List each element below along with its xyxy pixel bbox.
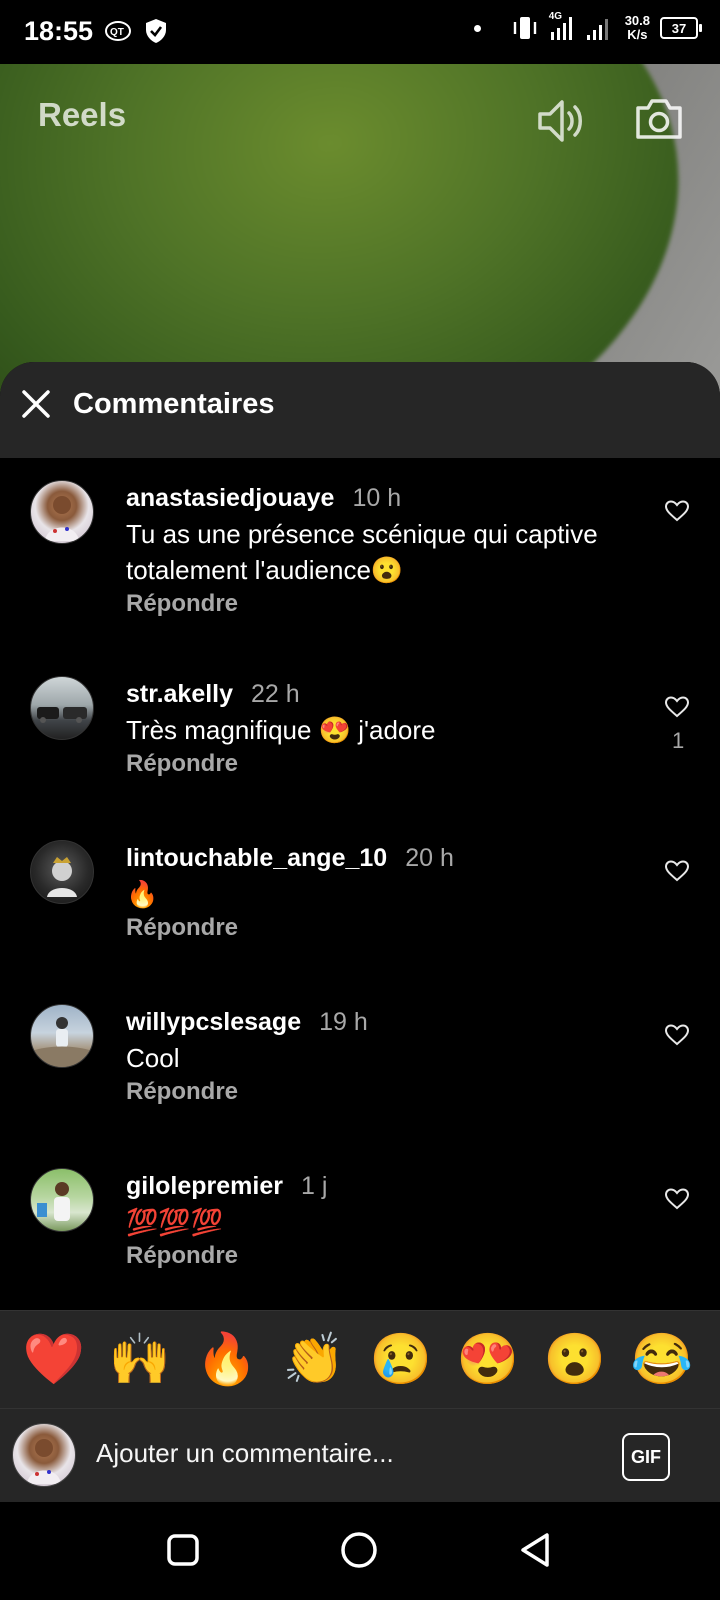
- emoji-reaction-bar: ❤️ 🙌 🔥 👏 😢 😍 😮 😂: [0, 1310, 720, 1409]
- comments-title: Commentaires: [73, 388, 275, 420]
- signal-4g-icon: 4G: [549, 11, 575, 42]
- comment-item: gilolepremier 1 j 💯💯💯 Répondre: [0, 1168, 720, 1302]
- comment-item: str.akelly 22 h Très magnifique 😍 j'adore…: [0, 676, 720, 810]
- volume-icon[interactable]: [536, 96, 588, 146]
- comment-input-bar: GIF: [0, 1408, 720, 1503]
- emoji-heart-eyes-button[interactable]: 😍: [456, 1331, 520, 1387]
- emoji-surprised-button[interactable]: 😮: [543, 1331, 607, 1387]
- comment-username[interactable]: lintouchable_ange_10: [126, 844, 387, 872]
- status-bar: 18:55 QT 4G 30.8 K/s 37: [0, 0, 720, 64]
- comment-item: lintouchable_ange_10 20 h 🔥 Répondre: [0, 840, 720, 974]
- comment-username[interactable]: anastasiedjouaye: [126, 484, 334, 512]
- reply-button[interactable]: Répondre: [126, 590, 238, 618]
- clock: 18:55: [24, 16, 94, 46]
- dot-icon: [473, 24, 481, 32]
- comment-text: Très magnifique 😍 j'adore: [126, 715, 436, 745]
- emoji-crying-button[interactable]: 😢: [369, 1331, 433, 1387]
- emoji-clap-button[interactable]: 👏: [282, 1331, 346, 1387]
- close-icon[interactable]: [18, 386, 54, 422]
- comments-header: Commentaires: [0, 362, 720, 458]
- shield-icon: [146, 19, 166, 43]
- reply-button[interactable]: Répondre: [126, 1078, 238, 1106]
- comment-time: 10 h: [352, 484, 402, 512]
- avatar[interactable]: [30, 676, 94, 740]
- navigation-bar: [0, 1502, 720, 1600]
- avatar: [12, 1423, 76, 1487]
- comment-username[interactable]: str.akelly: [126, 680, 233, 708]
- avatar[interactable]: [30, 1168, 94, 1232]
- heart-icon[interactable]: [664, 498, 690, 524]
- comment-username[interactable]: willypcslesage: [126, 1008, 301, 1036]
- home-icon[interactable]: [339, 1530, 379, 1570]
- emoji-heart-button[interactable]: ❤️: [22, 1331, 86, 1387]
- comment-time: 19 h: [319, 1008, 368, 1036]
- avatar[interactable]: [30, 480, 94, 544]
- signal-icon: [586, 19, 608, 40]
- comment-item: anastasiedjouaye 10 h Tu as une présence …: [0, 480, 720, 634]
- vpn-icon: QT: [105, 21, 131, 41]
- comment-text: Tu as une présence scénique qui captive …: [126, 519, 598, 585]
- comment-input[interactable]: [96, 1433, 576, 1473]
- battery-icon: 37: [660, 17, 702, 39]
- like-count: 1: [672, 728, 685, 753]
- heart-icon[interactable]: [664, 1186, 690, 1212]
- comment-username[interactable]: gilolepremier: [126, 1172, 283, 1200]
- comment-item: willypcslesage 19 h Cool Répondre: [0, 1004, 720, 1138]
- reply-button[interactable]: Répondre: [126, 750, 238, 778]
- comment-time: 22 h: [251, 680, 300, 708]
- comment-time: 20 h: [405, 844, 454, 872]
- camera-icon[interactable]: [634, 96, 684, 142]
- heart-icon[interactable]: [664, 694, 690, 720]
- emoji-fire-button[interactable]: 🔥: [195, 1331, 259, 1387]
- comment-text: Cool: [126, 1043, 180, 1073]
- reels-title[interactable]: Reels: [38, 96, 126, 134]
- comment-text: 🔥: [126, 879, 159, 909]
- heart-icon[interactable]: [664, 858, 690, 884]
- comment-text: 💯💯💯: [126, 1207, 224, 1237]
- avatar[interactable]: [30, 1004, 94, 1068]
- recents-icon[interactable]: [163, 1530, 203, 1570]
- avatar[interactable]: [30, 840, 94, 904]
- reply-button[interactable]: Répondre: [126, 1242, 238, 1270]
- vibrate-icon: [513, 17, 536, 39]
- reply-button[interactable]: Répondre: [126, 914, 238, 942]
- network-speed: 30.8 K/s: [624, 13, 650, 42]
- comment-time: 1 j: [301, 1172, 328, 1200]
- emoji-laughing-button[interactable]: 😂: [630, 1331, 694, 1387]
- emoji-raising-hands-button[interactable]: 🙌: [108, 1331, 172, 1387]
- heart-icon[interactable]: [664, 1022, 690, 1048]
- gif-button[interactable]: GIF: [622, 1433, 670, 1481]
- svg-text:QT: QT: [110, 27, 124, 38]
- back-icon[interactable]: [516, 1530, 556, 1570]
